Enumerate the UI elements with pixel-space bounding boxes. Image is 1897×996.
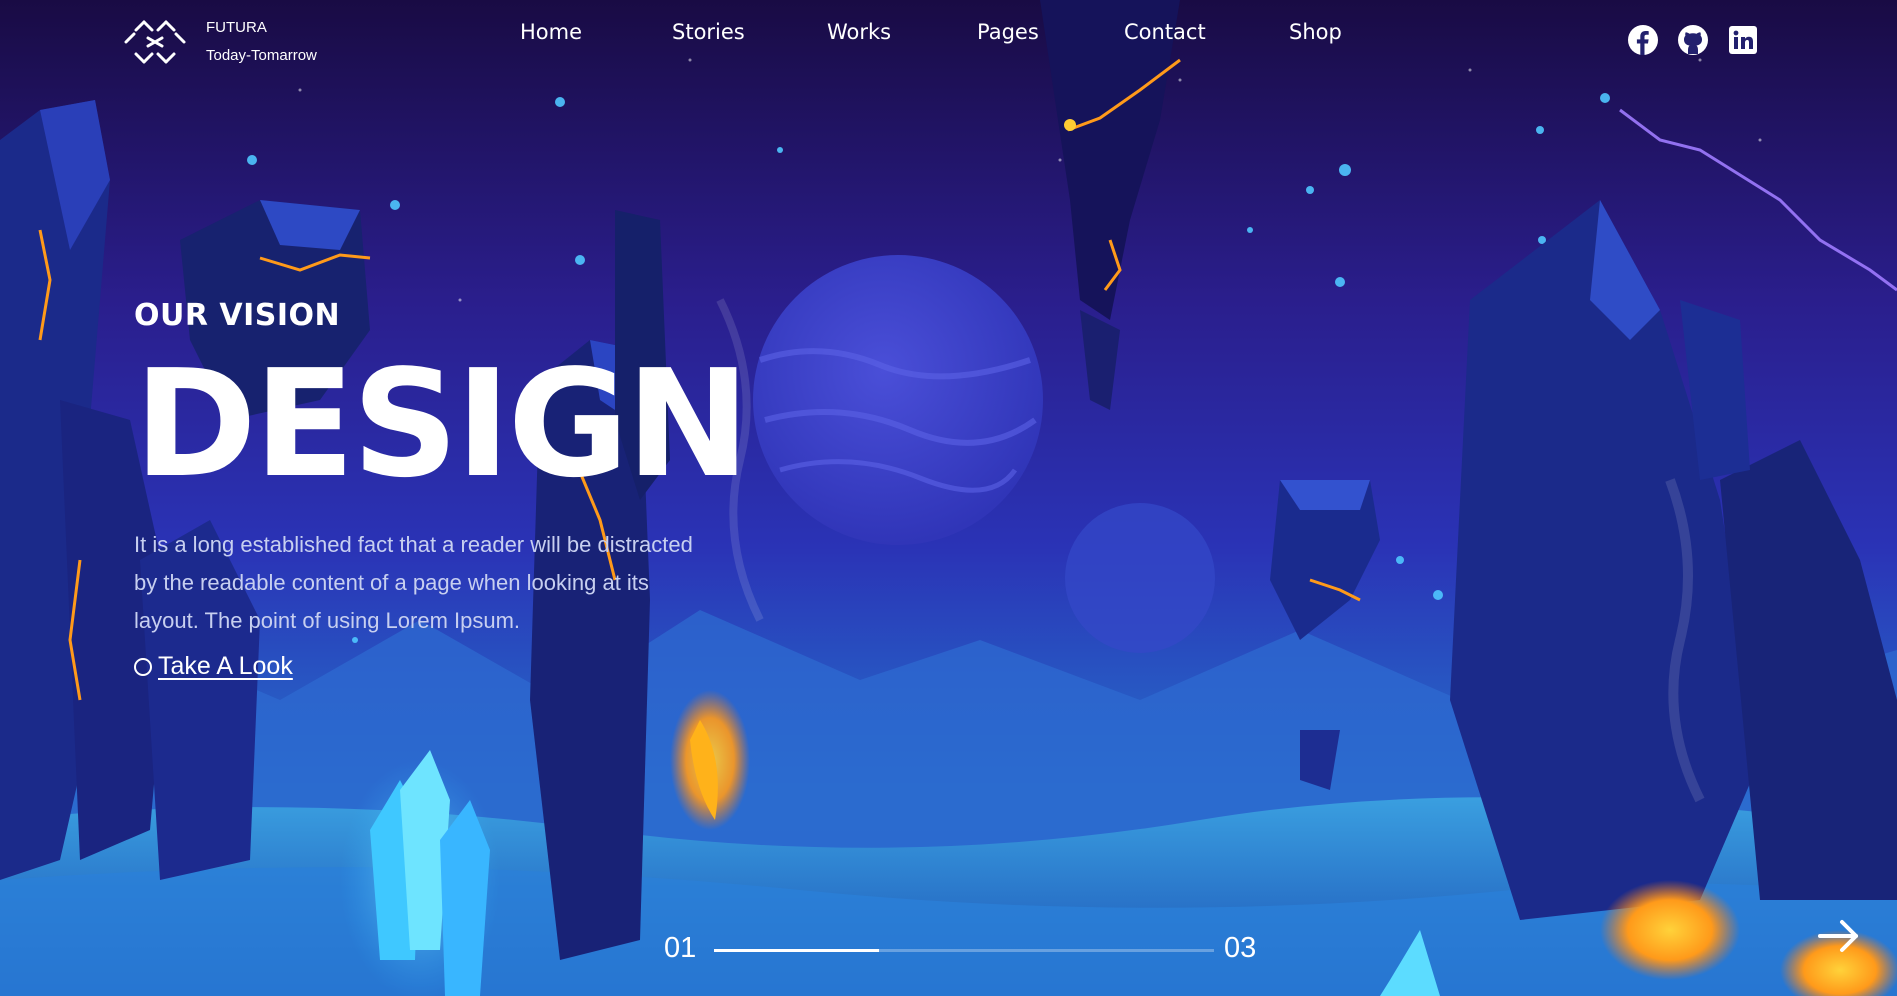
slide-indicator: 01 03 [664, 932, 1264, 972]
cta-label: Take A Look [158, 652, 293, 680]
hero-description: It is a long established fact that a rea… [134, 532, 693, 633]
nav-stories[interactable]: Stories [672, 20, 827, 44]
hero-headline: DESIGN [134, 338, 750, 510]
nav-works[interactable]: Works [827, 20, 977, 44]
nav-contact[interactable]: Contact [1124, 20, 1289, 44]
current-slide-number: 01 [664, 932, 697, 964]
social-links [1627, 24, 1759, 56]
slide-progress-track[interactable] [714, 949, 1214, 952]
futura-logo-icon[interactable] [122, 16, 188, 68]
brand-tagline: Today-Tomarrow [206, 47, 317, 64]
next-slide-arrow-icon[interactable] [1814, 912, 1862, 960]
circle-icon [134, 657, 152, 676]
main-nav: Home Stories Works Pages Contact Shop [520, 20, 1342, 44]
brand-name: FUTURA [206, 19, 267, 36]
nav-home[interactable]: Home [520, 20, 672, 44]
total-slides-number: 03 [1224, 932, 1257, 964]
take-a-look-link[interactable]: Take A Look [134, 652, 293, 681]
brand: FUTURA Today-Tomarrow [206, 14, 317, 70]
slide-progress-fill [714, 949, 879, 952]
linkedin-icon[interactable] [1727, 24, 1759, 56]
github-icon[interactable] [1677, 24, 1709, 56]
nav-pages[interactable]: Pages [977, 20, 1124, 44]
nav-shop[interactable]: Shop [1289, 20, 1342, 44]
hero-eyebrow: OUR VISION [134, 298, 341, 333]
site-header: FUTURA Today-Tomarrow Home Stories Works… [0, 0, 1897, 80]
facebook-icon[interactable] [1627, 24, 1659, 56]
